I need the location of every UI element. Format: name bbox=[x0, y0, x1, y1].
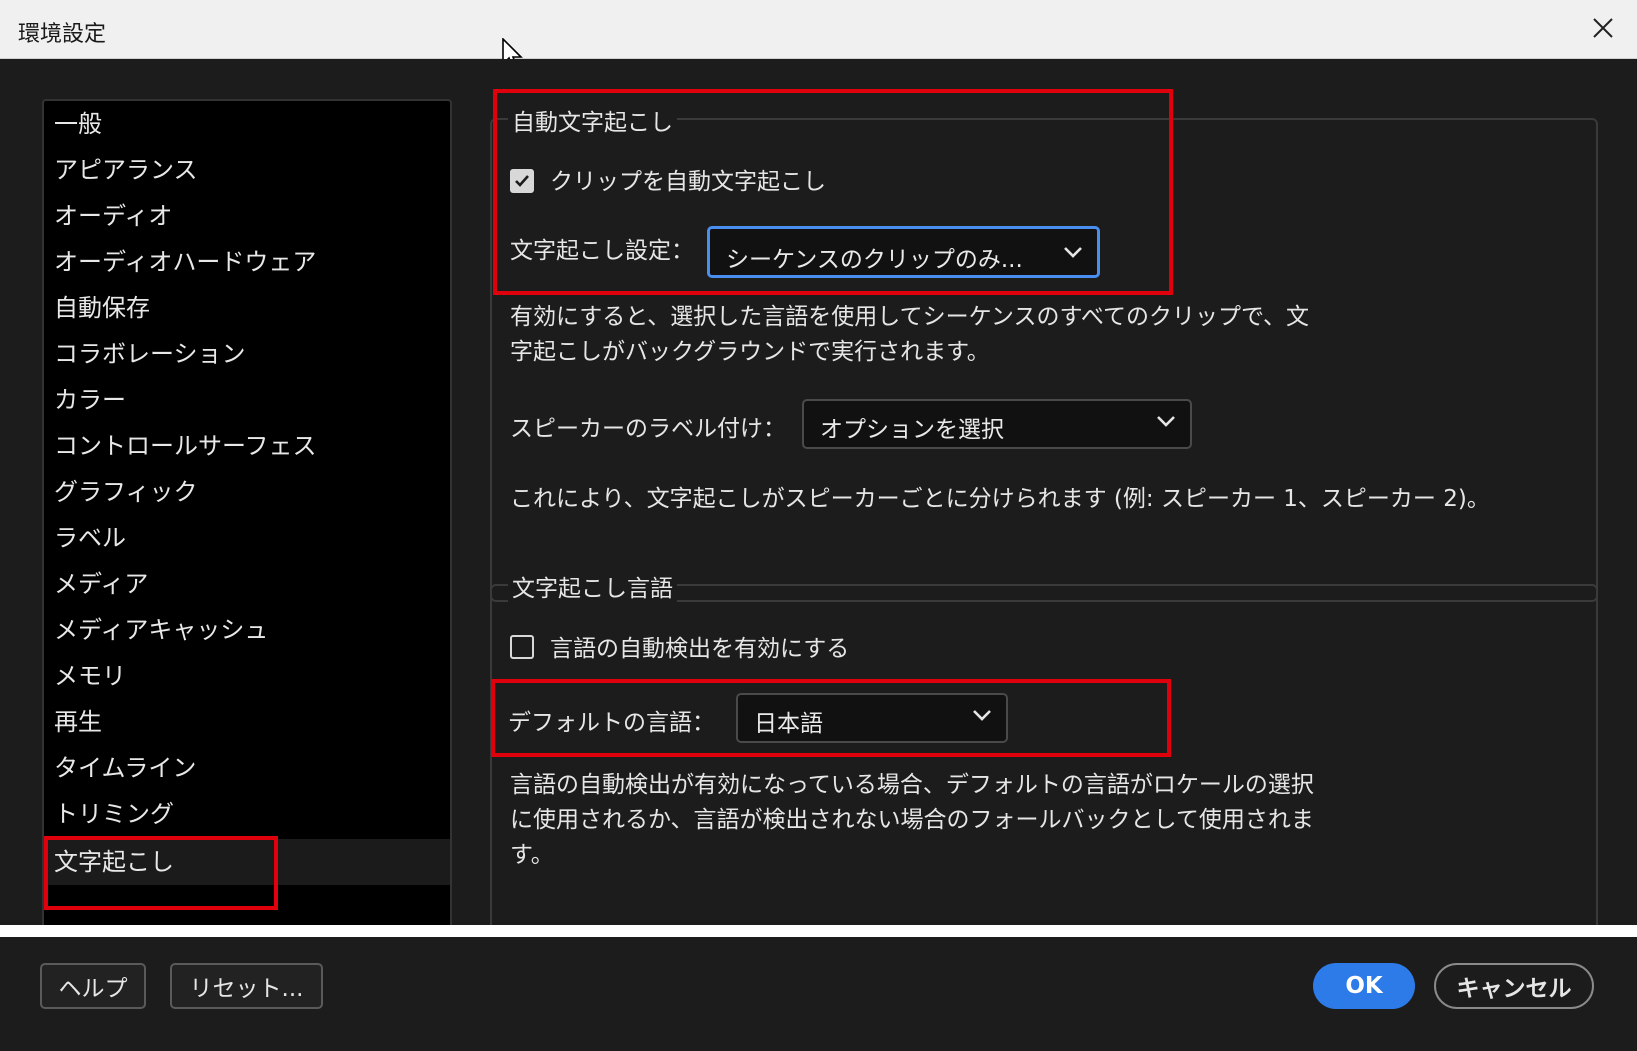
transcription-setting-value: シーケンスのクリップのみ... bbox=[726, 247, 1023, 273]
sidebar-item-playback[interactable]: 再生 bbox=[44, 699, 450, 745]
speaker-labeling-description: これにより、文字起こしがスピーカーごとに分けられます (例: スピーカー 1、ス… bbox=[510, 486, 1490, 512]
chevron-down-icon bbox=[1157, 416, 1175, 427]
sidebar-item-audio-hardware[interactable]: オーディオハードウェア bbox=[44, 239, 450, 285]
sidebar-item-general[interactable]: 一般 bbox=[44, 101, 450, 147]
auto-transcription-description-line2: 字起こしがバックグラウンドで実行されます。 bbox=[510, 339, 990, 365]
default-language-label: デフォルトの言語： bbox=[508, 710, 715, 736]
auto-transcribe-checkbox[interactable] bbox=[510, 169, 534, 193]
sidebar-item-media[interactable]: メディア bbox=[44, 561, 450, 607]
checkmark-icon bbox=[515, 175, 529, 187]
sidebar-item-media-cache[interactable]: メディアキャッシュ bbox=[44, 607, 450, 653]
help-button[interactable]: ヘルプ bbox=[40, 963, 146, 1009]
transcription-setting-dropdown[interactable]: シーケンスのクリップのみ... bbox=[707, 226, 1100, 278]
sidebar-item-control-surface[interactable]: コントロールサーフェス bbox=[44, 423, 450, 469]
close-button[interactable] bbox=[1583, 8, 1623, 48]
default-language-value: 日本語 bbox=[754, 711, 823, 737]
auto-transcribe-label: クリップを自動文字起こし bbox=[550, 169, 826, 195]
window-title: 環境設定 bbox=[18, 22, 107, 47]
preferences-main-panel: 一般 アピアランス オーディオ オーディオハードウェア 自動保存 コラボレーショ… bbox=[0, 59, 1637, 958]
transcription-language-title: 文字起こし言語 bbox=[508, 569, 677, 603]
autodetect-language-label: 言語の自動検出を有効にする bbox=[550, 636, 850, 662]
speaker-labeling-dropdown[interactable]: オプションを選択 bbox=[802, 399, 1192, 449]
sidebar-item-labels[interactable]: ラベル bbox=[44, 515, 450, 561]
close-icon bbox=[1593, 18, 1613, 38]
sidebar-item-transcription[interactable]: 文字起こし bbox=[44, 839, 450, 885]
language-description-line1: 言語の自動検出が有効になっている場合、デフォルトの言語がロケールの選択 bbox=[510, 772, 1314, 798]
separator-strip bbox=[0, 925, 1637, 937]
language-description-line3: す。 bbox=[510, 842, 554, 868]
ok-button[interactable]: OK bbox=[1313, 963, 1415, 1009]
sidebar-item-auto-save[interactable]: 自動保存 bbox=[44, 285, 450, 331]
sidebar-item-graphics[interactable]: グラフィック bbox=[44, 469, 450, 515]
dialog-footer: ヘルプ リセット... OK キャンセル bbox=[0, 937, 1637, 1051]
sidebar-item-collaboration[interactable]: コラボレーション bbox=[44, 331, 450, 377]
cancel-button[interactable]: キャンセル bbox=[1434, 963, 1594, 1009]
chevron-down-icon bbox=[1064, 247, 1082, 258]
window-titlebar: 環境設定 bbox=[0, 0, 1637, 59]
autodetect-language-checkbox[interactable] bbox=[510, 635, 534, 659]
reset-button[interactable]: リセット... bbox=[170, 963, 323, 1009]
sidebar-item-color[interactable]: カラー bbox=[44, 377, 450, 423]
auto-transcription-description-line1: 有効にすると、選択した言語を使用してシーケンスのすべてのクリップで、文 bbox=[510, 304, 1310, 330]
sidebar-item-timeline[interactable]: タイムライン bbox=[44, 745, 450, 791]
sidebar-item-appearance[interactable]: アピアランス bbox=[44, 147, 450, 193]
sidebar-item-memory[interactable]: メモリ bbox=[44, 653, 450, 699]
default-language-dropdown[interactable]: 日本語 bbox=[736, 693, 1008, 743]
category-list: 一般 アピアランス オーディオ オーディオハードウェア 自動保存 コラボレーショ… bbox=[42, 99, 452, 945]
speaker-labeling-label: スピーカーのラベル付け： bbox=[510, 416, 786, 442]
sidebar-item-audio[interactable]: オーディオ bbox=[44, 193, 450, 239]
auto-transcription-title: 自動文字起こし bbox=[508, 103, 677, 137]
language-description-line2: に使用されるか、言語が検出されない場合のフォールバックとして使用されま bbox=[510, 807, 1314, 833]
sidebar-item-trimming[interactable]: トリミング bbox=[44, 791, 450, 837]
speaker-labeling-value: オプションを選択 bbox=[820, 417, 1004, 443]
transcription-setting-label: 文字起こし設定： bbox=[510, 238, 694, 264]
chevron-down-icon bbox=[973, 710, 991, 721]
